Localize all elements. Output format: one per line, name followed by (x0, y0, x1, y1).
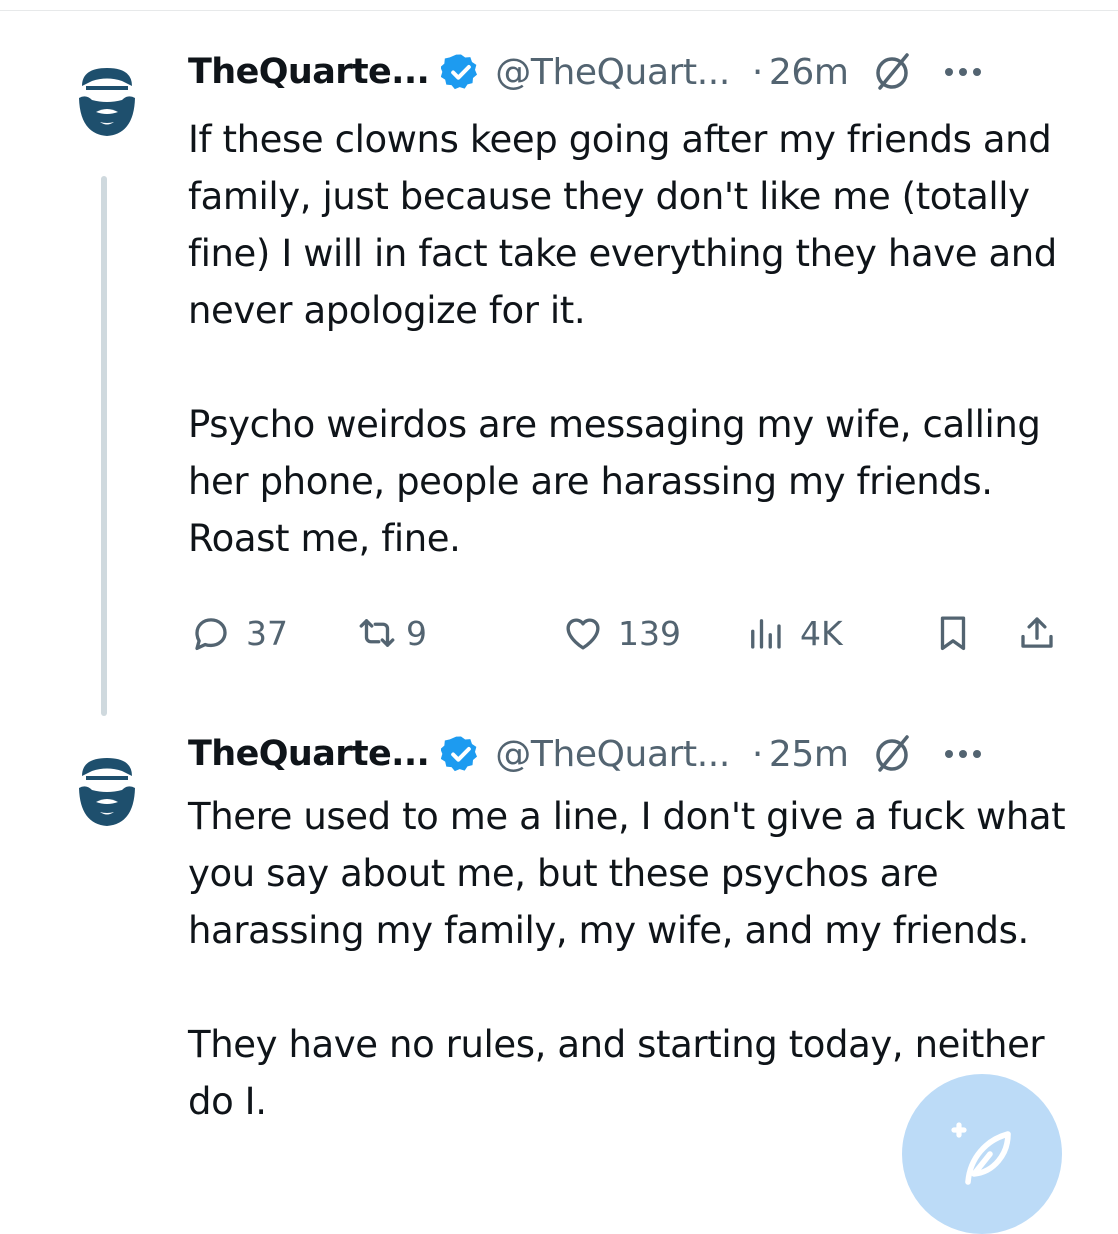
separator-dot: · (751, 51, 763, 93)
bookmark-button[interactable] (932, 603, 974, 663)
verified-badge-icon (441, 736, 478, 772)
grok-icon[interactable] (871, 732, 915, 776)
like-icon (566, 618, 600, 650)
tweet-header: TheQuarte... @TheQuart... · 26m (188, 46, 981, 98)
author-name[interactable]: TheQuarte... (188, 734, 430, 774)
author-handle[interactable]: @TheQuart... (495, 734, 730, 775)
tweet-paragraph: There used to me a line, I don't give a … (188, 795, 1066, 952)
tweet-paragraph: If these clowns keep going after my frie… (188, 118, 1057, 332)
timestamp[interactable]: 26m (769, 52, 849, 93)
compose-post-button[interactable] (902, 1074, 1062, 1234)
verified-badge-icon (441, 54, 478, 90)
compose-post-icon (951, 1122, 1011, 1185)
thread-line (101, 176, 107, 716)
like-button[interactable]: 139 (562, 603, 681, 663)
bookmark-icon (940, 616, 966, 651)
repost-count: 9 (406, 613, 427, 653)
action-bar: 37 9 139 4K (188, 603, 1068, 663)
share-icon (1021, 617, 1053, 648)
avatar[interactable] (72, 60, 142, 140)
grok-icon[interactable] (871, 50, 915, 94)
bearded-man-logo (79, 758, 135, 826)
timestamp[interactable]: 25m (769, 734, 849, 775)
repost-button[interactable]: 9 (356, 603, 427, 663)
like-count: 139 (618, 613, 681, 653)
tweet-1[interactable]: TheQuarte... @TheQuart... · 26m If these… (0, 0, 1118, 720)
reply-icon (195, 618, 227, 651)
view-count: 4K (800, 613, 843, 653)
tweet-text: If these clowns keep going after my frie… (188, 111, 1068, 567)
views-button[interactable]: 4K (744, 603, 843, 663)
more-icon[interactable] (944, 750, 981, 758)
repost-icon (359, 619, 395, 647)
separator-dot: · (751, 733, 763, 775)
views-icon (751, 619, 781, 649)
share-button[interactable] (1016, 603, 1058, 663)
reply-count: 37 (246, 613, 288, 653)
tweet-paragraph: Psycho weirdos are messaging my wife, ca… (188, 403, 1041, 560)
tweet-header: TheQuarte... @TheQuart... · 25m (188, 728, 981, 780)
author-handle[interactable]: @TheQuart... (495, 52, 730, 93)
more-icon[interactable] (944, 68, 981, 76)
tweet-text: There used to me a line, I don't give a … (188, 788, 1068, 1130)
reply-button[interactable]: 37 (190, 603, 288, 663)
bearded-man-logo (79, 68, 135, 136)
author-name[interactable]: TheQuarte... (188, 52, 430, 92)
avatar[interactable] (72, 750, 142, 830)
